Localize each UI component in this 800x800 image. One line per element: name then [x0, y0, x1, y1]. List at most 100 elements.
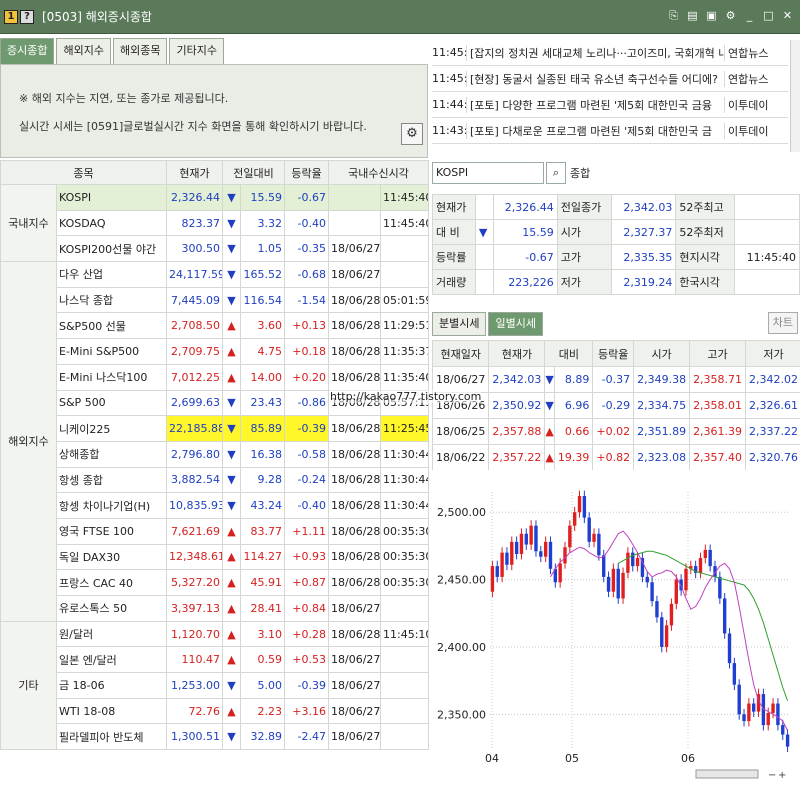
- screen-number-badge[interactable]: 1: [4, 9, 18, 24]
- change-arrow: ▼: [222, 286, 241, 314]
- tab-overseas-index[interactable]: 해외지수: [56, 38, 111, 64]
- candle: [771, 703, 775, 713]
- news-headline[interactable]: [포토] 다채로운 프로그램 마련된 '제5회 대한민국 금: [466, 122, 724, 139]
- table-row[interactable]: 필라델피아 반도체 1,300.51 ▼ 32.89 -2.47 18/06/27: [1, 723, 430, 751]
- table-row[interactable]: 해외지수 다우 산업 24,117.59 ▼ 165.52 -0.68 18/06/27: [0, 261, 430, 622]
- index-name[interactable]: 니케이225: [56, 415, 167, 442]
- maximize-icon[interactable]: □: [762, 9, 775, 22]
- news-headline[interactable]: [현장] 동굴서 실종된 태국 유소년 축구선수들 어디에?: [466, 70, 724, 87]
- index-name[interactable]: WTI 18-08: [56, 697, 167, 725]
- recv-time: 11:30:44: [380, 466, 430, 494]
- news-item[interactable]: 11:45: [잡지의 정치권 세대교체 노리나···고이즈미, 국회개혁 내걸 연…: [432, 40, 788, 66]
- index-pct: -0.86: [284, 389, 330, 417]
- table-row[interactable]: 일본 엔/달러 110.47 ▲ 0.59 +0.53 18/06/27: [1, 646, 430, 674]
- window-titlebar: 1 ? [0503] 해외증시종합 ⎘ ▤ ▣ ⚙ _ □ ✕: [0, 0, 800, 34]
- index-price: 7,445.09: [166, 286, 223, 314]
- table-row[interactable]: 나스닥 종합 7,445.09 ▼ 116.54 -1.54 18/06/28 05:01:…: [1, 286, 430, 314]
- tab-other-index[interactable]: 기타지수: [169, 38, 224, 64]
- table-row[interactable]: 영국 FTSE 100 7,621.69 ▲ 83.77 +1.11 18/06/28 00…: [1, 517, 430, 545]
- recv-time: 11:35:37: [380, 338, 430, 365]
- quote-row: 현재가 2,326.44 전일종가 2,342.03 52주최고: [432, 194, 800, 220]
- tab-market-summary[interactable]: 증시종합: [0, 38, 55, 64]
- col-header-change[interactable]: 전일대비: [221, 160, 286, 185]
- minimize-icon[interactable]: _: [743, 9, 756, 22]
- candlestick-chart[interactable]: 2,500.00 2,450.00 2,400.00 2,350.00 04 05 06 − +: [432, 470, 800, 800]
- daily-high: 2,357.40: [689, 444, 747, 471]
- index-name[interactable]: 영국 FTSE 100: [56, 517, 167, 545]
- gear-icon[interactable]: ⚙: [401, 123, 423, 145]
- save-icon[interactable]: ▣: [705, 9, 718, 22]
- table-row[interactable]: 프랑스 CAC 40 5,327.20 ▲ 45.91 +0.87 18/06/28 00:…: [1, 569, 430, 596]
- tab-overseas-stock[interactable]: 해외종목: [112, 38, 168, 64]
- news-item[interactable]: 11:45: [현장] 동굴서 실종된 태국 유소년 축구선수들 어디에? 연합뉴스: [432, 66, 788, 92]
- table-row[interactable]: 항셍 차이나기업(H) 10,835.93 ▼ 43.24 -0.40 18/06/28 1…: [1, 492, 430, 519]
- index-name[interactable]: 원/달러: [56, 620, 167, 648]
- index-name[interactable]: 독일 DAX30: [56, 543, 167, 571]
- daily-open: 2,351.89: [633, 418, 691, 445]
- daily-row[interactable]: 18/06/27 2,342.03 ▼ 8.89 -0.37 2,349.38 2,358.…: [431, 366, 800, 393]
- news-item[interactable]: 11:43: [포토] 다채로운 프로그램 마련된 '제5회 대한민국 금 이투데이: [432, 118, 788, 144]
- index-name[interactable]: 항셍 차이나기업(H): [56, 492, 167, 519]
- table-row[interactable]: WTI 18-08 72.76 ▲ 2.23 +3.16 18/06/27: [1, 697, 430, 725]
- table-row[interactable]: KOSDAQ 823.37 ▼ 3.32 -0.40 11:45:40: [1, 209, 430, 237]
- tab-daily-quotes[interactable]: 일별시세: [488, 312, 543, 336]
- index-name[interactable]: 일본 엔/달러: [56, 646, 167, 674]
- index-name[interactable]: 프랑스 CAC 40: [56, 569, 167, 596]
- candle: [747, 703, 751, 722]
- index-name[interactable]: KOSPI200선물 야간: [56, 235, 167, 263]
- table-row[interactable]: E-Mini 나스닥100 7,012.25 ▲ 14.00 +0.20 18/06/28…: [1, 363, 430, 391]
- index-name[interactable]: 항셍 종합: [56, 466, 167, 494]
- print-icon[interactable]: ▤: [686, 9, 699, 22]
- col-header-price[interactable]: 현재가: [166, 160, 223, 185]
- news-headline[interactable]: [잡지의 정치권 세대교체 노리나···고이즈미, 국회개혁 내걸: [466, 44, 724, 61]
- index-name[interactable]: 다우 산업: [56, 261, 167, 288]
- table-row[interactable]: 독일 DAX30 12,348.61 ▲ 114.27 +0.93 18/06/28 00:…: [1, 543, 430, 571]
- index-name[interactable]: S&P 500: [56, 389, 167, 417]
- index-name[interactable]: 유로스톡스 50: [56, 595, 167, 622]
- col-header-name[interactable]: 종목: [0, 160, 167, 185]
- table-row[interactable]: 금 18-06 1,253.00 ▼ 5.00 -0.39 18/06/27: [1, 672, 430, 699]
- table-row[interactable]: S&P500 선물 2,708.50 ▲ 3.60 +0.13 18/06/28 11:29…: [1, 312, 430, 340]
- index-name[interactable]: 금 18-06: [56, 672, 167, 699]
- table-row[interactable]: 국내지수 KOSPI 2,326.44 ▼ 15.59 -0.67 11:45:40: [0, 183, 430, 263]
- index-name[interactable]: KOSDAQ: [56, 209, 167, 237]
- table-row[interactable]: 기타 원/달러 1,120.70 ▲ 3.10 +0.28 18/06/28 11:45:10: [0, 620, 430, 751]
- daily-row[interactable]: 18/06/22 2,357.22 ▲ 19.39 +0.82 2,323.08 2,357…: [431, 444, 800, 471]
- close-icon[interactable]: ✕: [781, 9, 794, 22]
- main-tabs: 증시종합 해외지수 해외종목 기타지수: [0, 38, 226, 64]
- chart-scrollbar[interactable]: [695, 769, 759, 779]
- tab-minute-quotes[interactable]: 분별시세: [432, 312, 487, 336]
- quote-value-3: [734, 269, 800, 295]
- table-row[interactable]: KOSPI200선물 야간 300.50 ▼ 1.05 -0.35 18/06/27: [1, 235, 430, 263]
- index-name[interactable]: 나스닥 종합: [56, 286, 167, 314]
- help-badge[interactable]: ?: [20, 9, 34, 24]
- index-name[interactable]: E-Mini 나스닥100: [56, 363, 167, 391]
- col-header-time[interactable]: 국내수신시각: [328, 160, 430, 185]
- daily-row[interactable]: 18/06/26 2,350.92 ▼ 6.96 -0.29 2,334.75 2,358.…: [431, 392, 800, 419]
- table-row[interactable]: 니케이225 22,185.88 ▼ 85.89 -0.39 18/06/28 11:25:…: [1, 415, 430, 442]
- news-headline[interactable]: [포토] 다양한 프로그램 마련된 '제5회 대한민국 금융: [466, 96, 724, 113]
- settings-icon[interactable]: ⚙: [724, 9, 737, 22]
- index-name[interactable]: 상해종합: [56, 440, 167, 468]
- table-row[interactable]: 유로스톡스 50 3,397.13 ▲ 28.41 +0.84 18/06/27: [1, 595, 430, 622]
- table-row[interactable]: 항셍 종합 3,882.54 ▼ 9.28 -0.24 18/06/28 11:30:44: [1, 466, 430, 494]
- recv-date: 18/06/27: [328, 697, 382, 725]
- index-name[interactable]: 필라델피아 반도체: [56, 723, 167, 751]
- table-row[interactable]: E-Mini S&P500 2,709.75 ▲ 4.75 +0.18 18/06/28 1…: [1, 338, 430, 365]
- news-scrollbar[interactable]: [790, 40, 800, 152]
- link-icon[interactable]: ⎘: [667, 9, 680, 22]
- col-header-pct[interactable]: 등락율: [284, 160, 330, 185]
- chart-button[interactable]: 차트: [767, 312, 798, 334]
- index-name[interactable]: S&P500 선물: [56, 312, 167, 340]
- news-source: 이투데이: [724, 96, 788, 113]
- zoom-out-icon[interactable]: −: [768, 770, 776, 781]
- zoom-in-icon[interactable]: +: [778, 770, 786, 781]
- index-name[interactable]: KOSPI: [56, 184, 167, 211]
- index-name[interactable]: E-Mini S&P500: [56, 338, 167, 365]
- news-item[interactable]: 11:44: [포토] 다양한 프로그램 마련된 '제5회 대한민국 금융 이투데이: [432, 92, 788, 118]
- search-icon[interactable]: ⌕: [546, 162, 566, 184]
- table-row[interactable]: 상해종합 2,796.80 ▼ 16.38 -0.58 18/06/28 11:30:44: [1, 440, 430, 468]
- symbol-input[interactable]: KOSPI: [432, 162, 544, 184]
- daily-pct: +0.02: [592, 418, 635, 445]
- daily-row[interactable]: 18/06/25 2,357.88 ▲ 0.66 +0.02 2,351.89 2,361.…: [431, 418, 800, 445]
